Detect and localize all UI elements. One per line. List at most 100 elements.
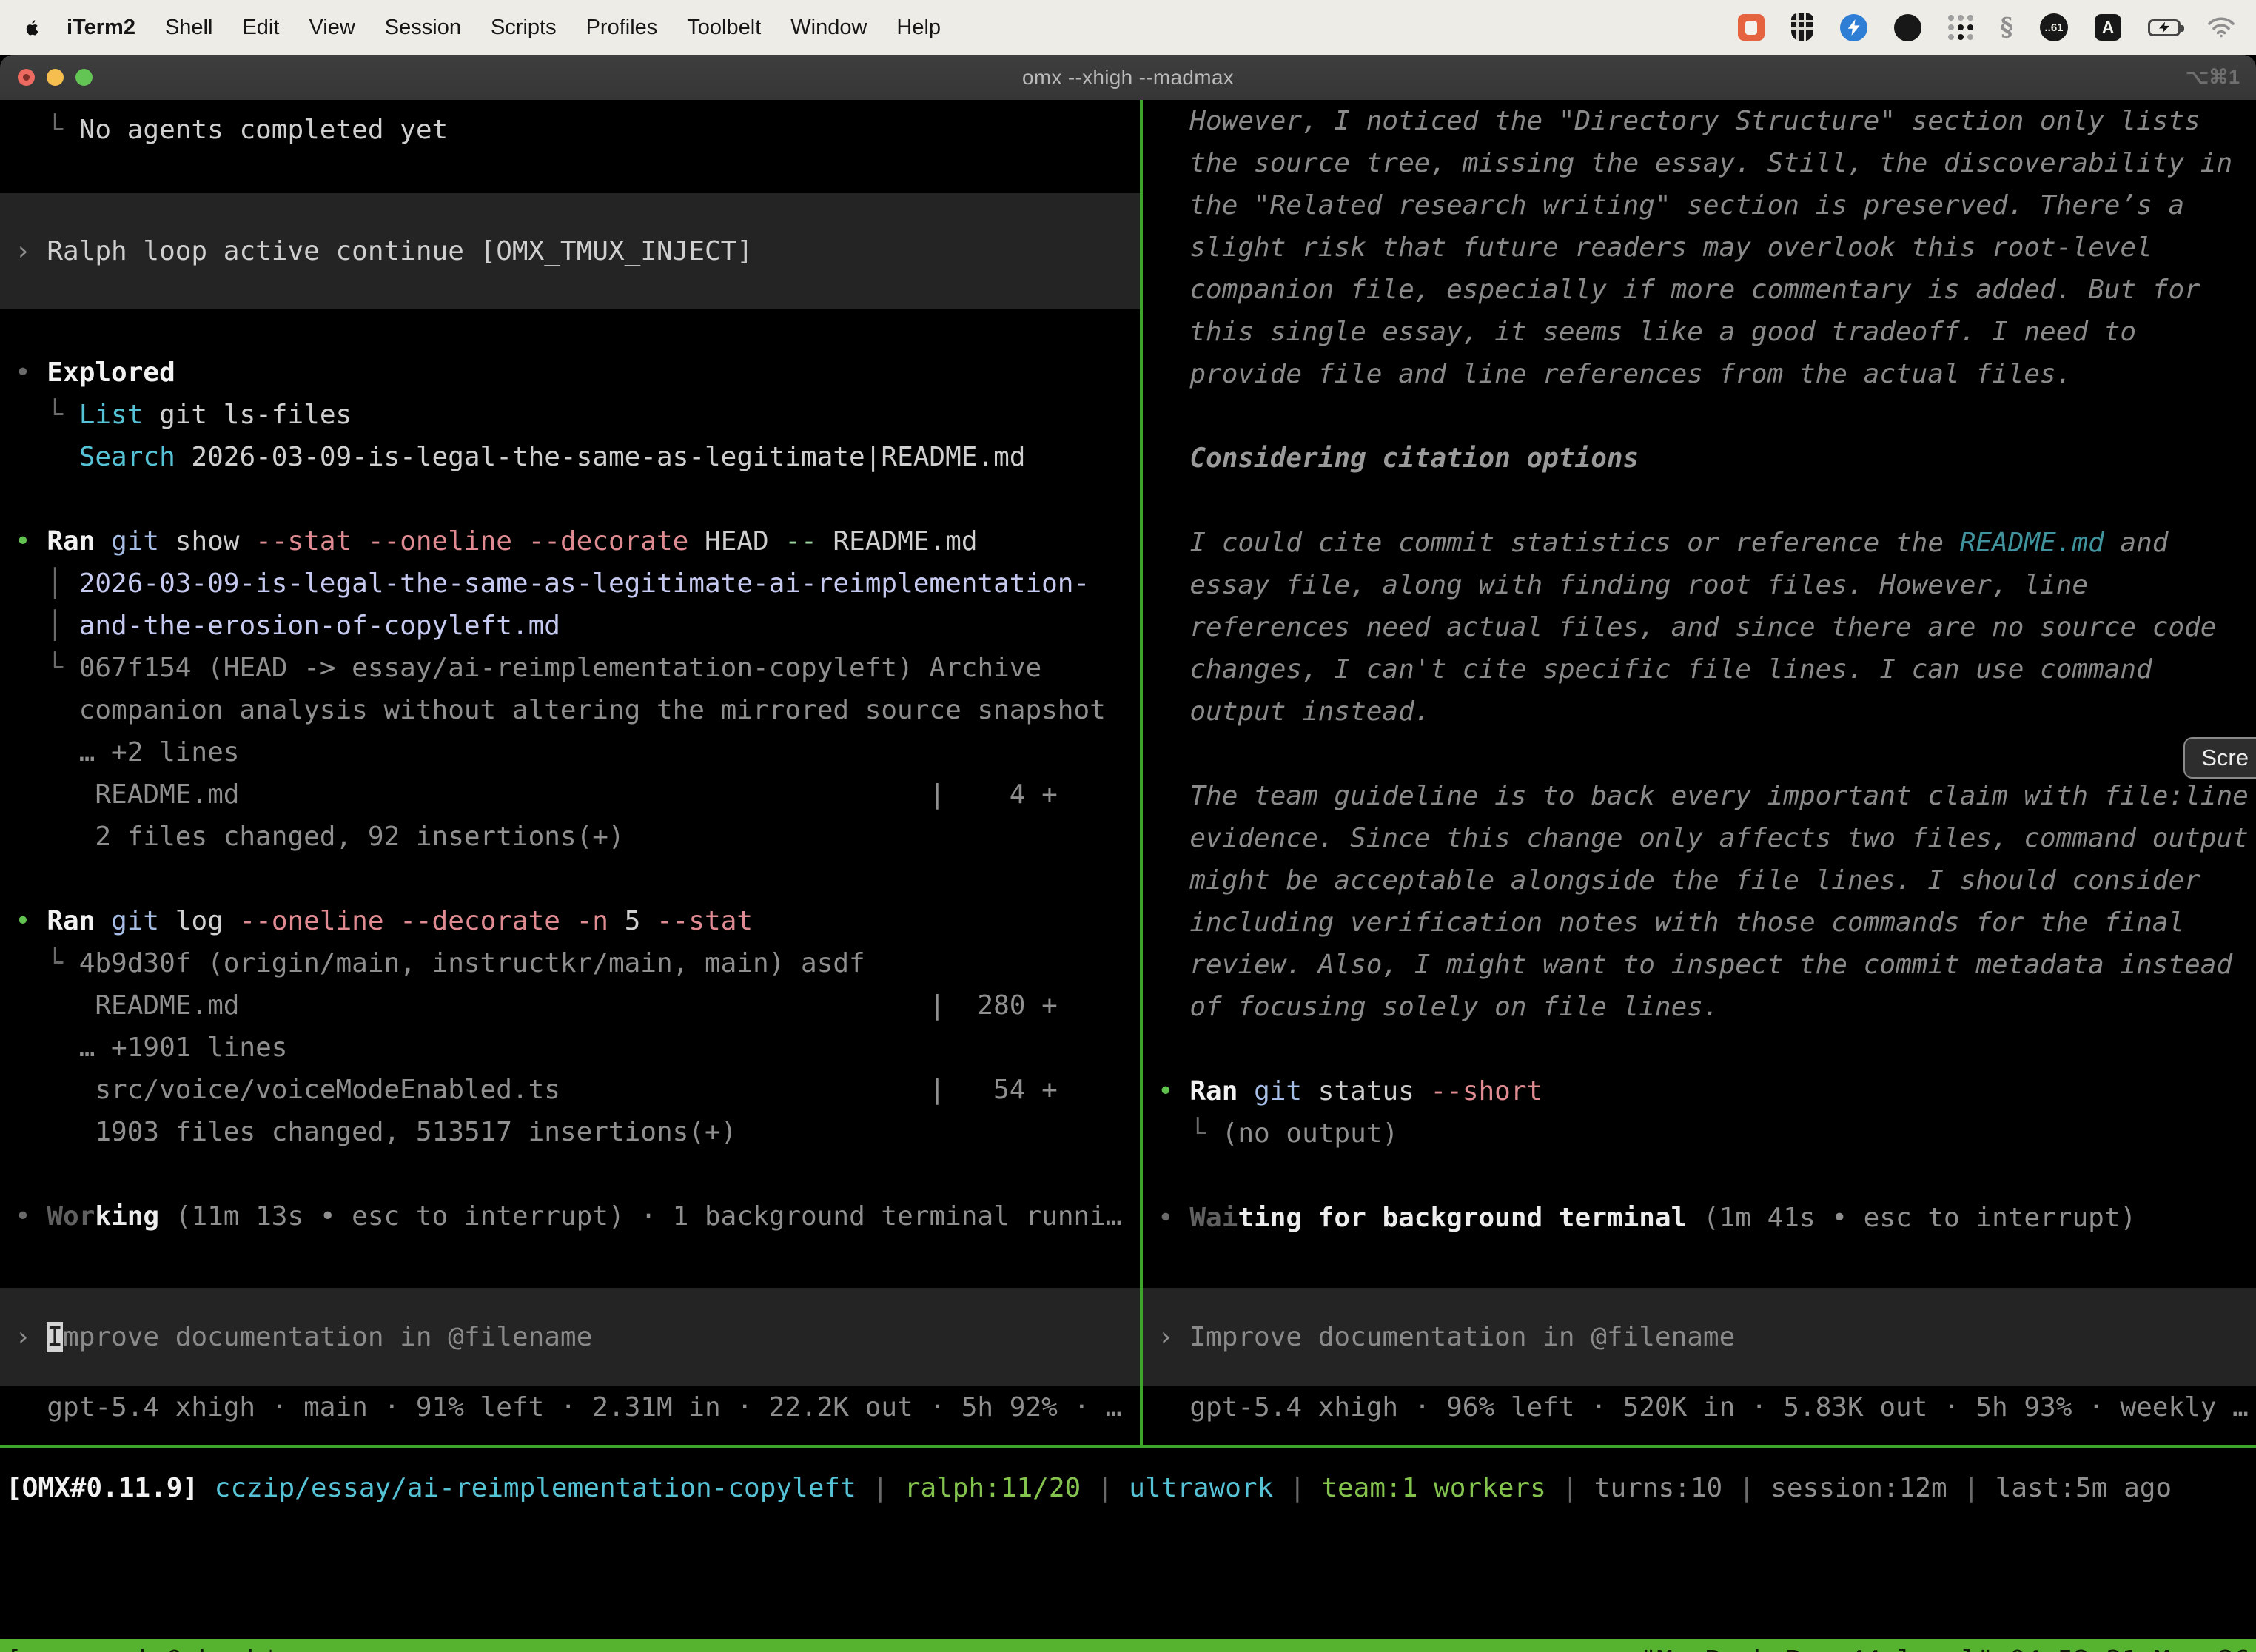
terminal-line <box>15 858 1140 900</box>
menu-bar-status-icons: § ..61 A <box>1738 13 2235 42</box>
a-app-icon[interactable]: A <box>2095 14 2121 41</box>
zoom-button[interactable] <box>75 69 93 86</box>
terminal-line: README.md | 280 + <box>15 984 1140 1027</box>
terminal-line: slight risk that future readers may over… <box>1158 226 2256 269</box>
terminal-line <box>15 478 1140 520</box>
terminal-line: Search 2026-03-09-is-legal-the-same-as-l… <box>15 436 1140 478</box>
terminal-line: gpt-5.4 xhigh · main · 91% left · 2.31M … <box>15 1386 1140 1428</box>
window-shortcut-badge: ⌥⌘1 <box>2186 66 2240 89</box>
terminal-line: └ No agents completed yet <box>15 109 1140 151</box>
terminal-line: • Ran git status --short <box>1158 1070 2256 1112</box>
terminal-line: … +2 lines <box>15 731 1140 773</box>
terminal-line: • Explored <box>15 352 1140 394</box>
terminal-line: › Ralph loop active continue [OMX_TMUX_I… <box>15 230 1140 272</box>
terminal-line: output instead. <box>1158 691 2256 733</box>
terminal-line: this single essay, it seems like a good … <box>1158 311 2256 353</box>
menu-item-toolbelt[interactable]: Toolbelt <box>687 16 761 40</box>
terminal-line: › Improve documentation in @filename <box>15 1316 1140 1358</box>
terminal-line: └ List git ls-files <box>15 394 1140 436</box>
right-agent-output: However, I noticed the "Directory Struct… <box>1143 100 2256 1239</box>
terminal-line: including verification notes with those … <box>1158 901 2256 944</box>
timer-badge-icon[interactable]: ..61 <box>2040 13 2068 41</box>
left-agent-pane[interactable]: └ No agents completed yet › Ralph loop a… <box>0 100 1140 1445</box>
right-prompt-input[interactable]: › Improve documentation in @filename <box>1143 1288 2256 1386</box>
menu-item-help[interactable]: Help <box>896 16 941 40</box>
blue-bolt-icon[interactable] <box>1840 14 1867 41</box>
terminal-line: review. Also, I might want to inspect th… <box>1158 944 2256 986</box>
menu-item-profiles[interactable]: Profiles <box>586 16 658 40</box>
menu-items: iTerm2 Shell Edit View Session Scripts Profil… <box>67 16 941 40</box>
crescent-app-icon[interactable] <box>1894 14 1921 41</box>
terminal-line: essay file, along with finding root file… <box>1158 564 2256 606</box>
dragon-icon[interactable]: § <box>2000 13 2013 42</box>
macos-menu-bar: iTerm2 Shell Edit View Session Scripts Profil… <box>0 0 2256 55</box>
battery-charging-icon[interactable] <box>2148 19 2181 36</box>
terminal-line: › Improve documentation in @filename <box>1158 1316 2256 1358</box>
apple-menu-icon[interactable] <box>19 18 44 38</box>
terminal-line: changes, I can't cite specific file line… <box>1158 648 2256 691</box>
menu-item-iterm2[interactable]: iTerm2 <box>67 16 135 40</box>
menu-item-view[interactable]: View <box>309 16 355 40</box>
terminal-line: evidence. Since this change only affects… <box>1158 817 2256 859</box>
close-button[interactable] <box>18 69 35 86</box>
window-title-bar[interactable]: omx --xhigh --madmax ⌥⌘1 <box>0 55 2256 100</box>
terminal-line: references need actual files, and since … <box>1158 606 2256 648</box>
minimize-button[interactable] <box>47 69 64 86</box>
terminal-line <box>1158 733 2256 775</box>
tmux-status-bar: [omx-cczip0:bash* "MacBook-Pro-44.local"… <box>0 1639 2256 1652</box>
terminal-line: • Ran git log --oneline --decorate -n 5 … <box>15 900 1140 942</box>
left-agent-output: • Explored └ List git ls-files Search 20… <box>0 352 1140 1238</box>
terminal-line <box>1158 1155 2256 1197</box>
terminal-line: │ and-the-erosion-of-copyleft.md <box>15 605 1140 647</box>
terminal-line: … +1901 lines <box>15 1027 1140 1069</box>
terminal-line <box>1158 395 2256 437</box>
terminal-line: However, I noticed the "Directory Struct… <box>1158 100 2256 142</box>
terminal-line <box>1158 480 2256 522</box>
terminal-line: │ 2026-03-09-is-legal-the-same-as-legiti… <box>15 563 1140 605</box>
terminal-content: └ No agents completed yet › Ralph loop a… <box>0 100 2256 1652</box>
terminal-line: Considering citation options <box>1158 437 2256 480</box>
terminal-line: └ 4b9d30f (origin/main, instructkr/main,… <box>15 942 1140 984</box>
terminal-line: • Ran git show --stat --oneline --decora… <box>15 520 1140 563</box>
tmux-host-clock: "MacBook-Pro-44.local" 04:52 31-Mar-26 <box>1640 1645 2250 1652</box>
terminal-line: the source tree, missing the essay. Stil… <box>1158 142 2256 184</box>
terminal-line: of focusing solely on file lines. <box>1158 986 2256 1028</box>
screen-tooltip: Scre <box>2183 737 2256 779</box>
menu-item-scripts[interactable]: Scripts <box>491 16 557 40</box>
traffic-lights <box>18 55 93 100</box>
ralph-loop-banner: › Ralph loop active continue [OMX_TMUX_I… <box>0 193 1140 309</box>
terminal-line: • Waiting for background terminal (1m 41… <box>1158 1197 2256 1239</box>
terminal-line: • Working (11m 13s • esc to interrupt) ·… <box>15 1195 1140 1238</box>
wifi-icon[interactable] <box>2207 16 2235 38</box>
terminal-line: companion file, especially if more comme… <box>1158 269 2256 311</box>
dots-grid-icon[interactable] <box>1948 15 1973 40</box>
terminal-line: └ (no output) <box>1158 1112 2256 1155</box>
terminal-line: I could cite commit statistics or refere… <box>1158 522 2256 564</box>
right-agent-pane[interactable]: However, I noticed the "Directory Struct… <box>1143 100 2256 1445</box>
left-prompt-input[interactable]: › Improve documentation in @filename <box>0 1288 1140 1386</box>
menu-item-window[interactable]: Window <box>790 16 867 40</box>
terminal-line: └ 067f154 (HEAD -> essay/ai-reimplementa… <box>15 647 1140 689</box>
menu-item-shell[interactable]: Shell <box>165 16 213 40</box>
terminal-line <box>15 1153 1140 1195</box>
terminal-line: 2 files changed, 92 insertions(+) <box>15 816 1140 858</box>
iterm2-window: omx --xhigh --madmax ⌥⌘1 └ No agents com… <box>0 55 2256 1652</box>
terminal-line: the "Related research writing" section i… <box>1158 184 2256 226</box>
terminal-line: The team guideline is to back every impo… <box>1158 775 2256 817</box>
terminal-line <box>1158 1028 2256 1070</box>
terminal-line: README.md | 4 + <box>15 773 1140 816</box>
terminal-line: might be acceptable alongside the file l… <box>1158 859 2256 901</box>
shield-grid-icon[interactable] <box>1791 13 1813 41</box>
chat-bubble-icon[interactable] <box>1738 14 1765 41</box>
terminal-line: companion analysis without altering the … <box>15 689 1140 731</box>
menu-item-session[interactable]: Session <box>385 16 461 40</box>
tmux-panes: └ No agents completed yet › Ralph loop a… <box>0 100 2256 1448</box>
menu-item-edit[interactable]: Edit <box>242 16 279 40</box>
screen: iTerm2 Shell Edit View Session Scripts Profil… <box>0 0 2256 1652</box>
agents-summary: └ No agents completed yet <box>0 109 1140 151</box>
terminal-line: gpt-5.4 xhigh · 96% left · 520K in · 5.8… <box>1158 1386 2256 1428</box>
left-session-status: gpt-5.4 xhigh · main · 91% left · 2.31M … <box>0 1386 1140 1428</box>
tmux-session-label: [omx-cczip0:bash* <box>6 1645 278 1652</box>
terminal-line: src/voice/voiceModeEnabled.ts | 54 + <box>15 1069 1140 1111</box>
terminal-line: 1903 files changed, 513517 insertions(+) <box>15 1111 1140 1153</box>
